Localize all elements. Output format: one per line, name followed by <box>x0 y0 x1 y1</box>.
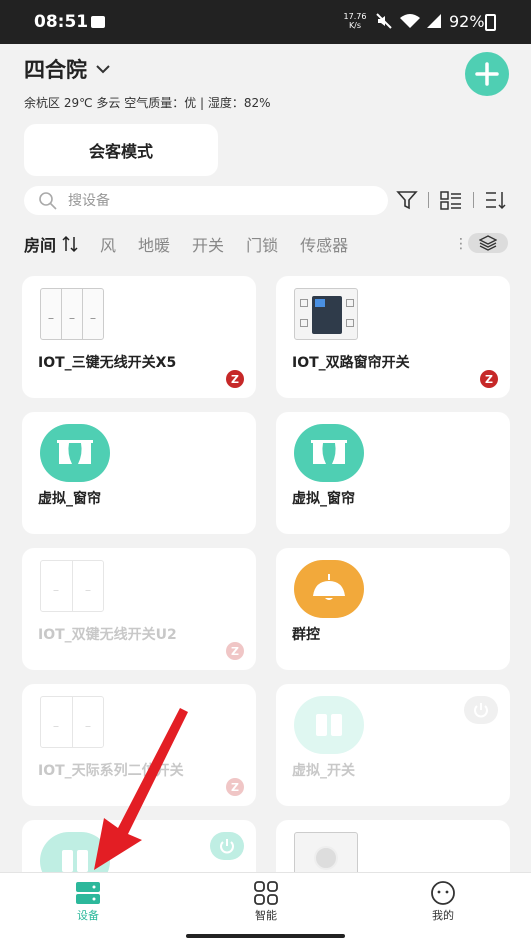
device-card[interactable]: IOT_天际系列二位开关 Z <box>22 684 256 806</box>
home-selector[interactable]: 四合院 <box>24 54 111 84</box>
category-tabs: 房间 风 地暖 开关 门锁 传感器 ⋮ <box>24 230 514 258</box>
device-search[interactable] <box>24 186 388 215</box>
device-card[interactable]: IOT_双路窗帘开关 Z <box>276 276 510 398</box>
search-input[interactable] <box>68 192 348 209</box>
power-button[interactable] <box>464 696 498 724</box>
more-dots-icon: ⋮ <box>454 236 468 252</box>
device-card[interactable]: 虚拟_开关 <box>276 684 510 806</box>
search-icon <box>39 191 57 210</box>
device-card[interactable]: IOT_三键无线开关X5 Z <box>22 276 256 398</box>
chevron-down-icon <box>96 65 110 74</box>
layers-icon <box>479 235 497 251</box>
device-name: 群控 <box>292 627 320 643</box>
curtain-icon <box>294 424 364 482</box>
battery-percent: 92% <box>449 12 485 31</box>
battery-icon <box>485 14 496 31</box>
tab-floor-heating[interactable]: 地暖 <box>138 232 170 256</box>
device-card[interactable] <box>22 820 256 872</box>
gallery-icon <box>91 16 105 28</box>
profile-face-icon <box>431 881 455 905</box>
switch-icon <box>294 696 364 754</box>
guest-mode-button[interactable]: 会客模式 <box>24 124 218 176</box>
nav-mine[interactable]: 我的 <box>403 881 483 923</box>
mute-icon <box>376 13 392 29</box>
add-device-button[interactable] <box>465 52 509 96</box>
tab-wind[interactable]: 风 <box>100 232 116 256</box>
sort-arrows-icon <box>62 235 78 253</box>
toolbar <box>396 189 508 211</box>
switch-thumbnail <box>40 288 104 340</box>
device-name: 虚拟_开关 <box>292 763 355 779</box>
tab-room[interactable]: 房间 <box>24 232 78 256</box>
zigbee-icon: Z <box>226 642 244 660</box>
signal-icon <box>427 14 441 28</box>
weather-info: 余杭区 29℃ 多云 空气质量：优 | 湿度：82% <box>24 96 271 110</box>
device-card[interactable] <box>276 820 510 872</box>
device-card[interactable]: 虚拟_窗帘 <box>22 412 256 534</box>
lamp-icon <box>294 560 364 618</box>
device-card[interactable]: IOT_双键无线开关U2 Z <box>22 548 256 670</box>
home-name: 四合院 <box>24 58 87 82</box>
device-card[interactable]: 群控 <box>276 548 510 670</box>
devices-icon <box>76 882 100 904</box>
power-icon <box>220 839 234 854</box>
device-name: IOT_双键无线开关U2 <box>38 627 177 643</box>
zigbee-icon: Z <box>480 370 498 388</box>
power-button[interactable] <box>210 832 244 860</box>
device-name: IOT_三键无线开关X5 <box>38 355 177 371</box>
wifi-icon <box>400 14 420 28</box>
tab-sensor[interactable]: 传感器 <box>300 232 348 256</box>
zigbee-icon: Z <box>226 370 244 388</box>
status-bar: 08:51 17.76 K/s 92% <box>0 0 531 44</box>
switch-icon <box>40 832 110 872</box>
switch-thumbnail <box>40 696 104 748</box>
tab-door-lock[interactable]: 门锁 <box>246 232 278 256</box>
divider <box>473 192 474 208</box>
list-view-icon[interactable] <box>439 189 463 211</box>
device-grid: IOT_三键无线开关X5 Z IOT_双路窗帘开关 Z 虚拟_窗帘 虚拟_窗帘 … <box>22 276 512 872</box>
tab-switch[interactable]: 开关 <box>192 232 224 256</box>
curtain-icon <box>40 424 110 482</box>
sort-icon[interactable] <box>484 189 508 211</box>
zigbee-icon: Z <box>226 778 244 796</box>
layers-button[interactable] <box>468 233 508 253</box>
home-indicator <box>186 934 345 938</box>
nav-devices[interactable]: 设备 <box>48 881 128 923</box>
device-card[interactable]: 虚拟_窗帘 <box>276 412 510 534</box>
power-icon <box>474 703 488 718</box>
device-name: 虚拟_窗帘 <box>292 491 355 507</box>
device-name: IOT_天际系列二位开关 <box>38 763 184 779</box>
filter-icon[interactable] <box>396 189 418 211</box>
nav-smart[interactable]: 智能 <box>226 881 306 923</box>
curtain-panel-thumbnail <box>294 288 358 340</box>
switch-thumbnail <box>40 560 104 612</box>
plus-icon <box>475 62 499 86</box>
knob-thumbnail <box>294 832 358 872</box>
device-name: IOT_双路窗帘开关 <box>292 355 410 371</box>
divider <box>428 192 429 208</box>
clock: 08:51 <box>34 12 89 32</box>
device-name: 虚拟_窗帘 <box>38 491 101 507</box>
grid-icon <box>254 881 278 905</box>
network-speed: 17.76 K/s <box>343 12 367 30</box>
